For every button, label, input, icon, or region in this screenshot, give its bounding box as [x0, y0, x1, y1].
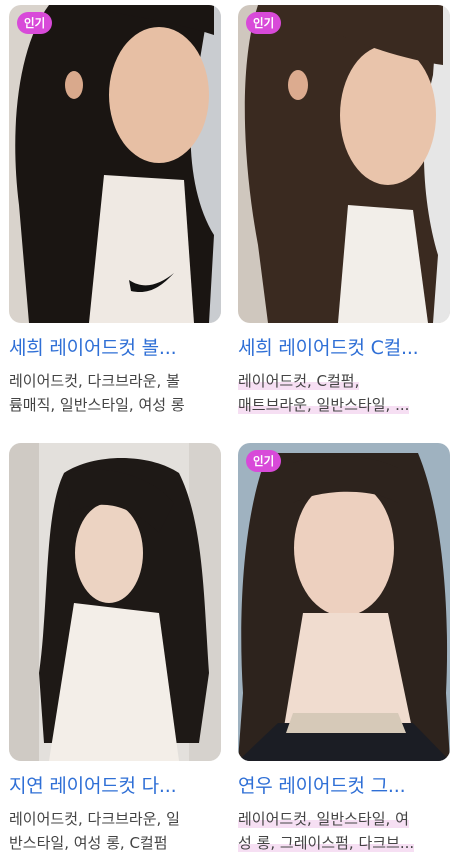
- popular-badge: 인기: [246, 450, 282, 472]
- style-title[interactable]: 세희 레이어드컷 볼...: [9, 335, 221, 361]
- style-photo[interactable]: [9, 443, 221, 761]
- tags-line: 레이어드컷, 일반스타일, 여: [238, 810, 409, 828]
- tags-line: 매트브라운, 일반스타일, ...: [238, 396, 410, 414]
- style-card[interactable]: 지연 레이어드컷 다... 레이어드컷, 다크브라운, 일 반스타일, 여성 롱…: [9, 443, 221, 855]
- popular-badge: 인기: [246, 12, 282, 34]
- hairstyle-grid: 인기 세희 레이어드컷 볼... 레이어드컷, 다크브라운, 볼 륨매직, 일반…: [0, 0, 459, 866]
- style-card[interactable]: 인기 세희 레이어드컷 C컬... 레이어드컷, C컬펌, 매트브라운, 일반스…: [238, 5, 450, 417]
- style-tags: 레이어드컷, 다크브라운, 볼 륨매직, 일반스타일, 여성 롱: [9, 369, 221, 417]
- style-photo[interactable]: 인기: [238, 5, 450, 323]
- popular-badge: 인기: [17, 12, 53, 34]
- style-title[interactable]: 연우 레이어드컷 그...: [238, 773, 450, 799]
- tags-line: 레이어드컷, C컬펌,: [238, 372, 360, 390]
- tags-line: 레이어드컷, 다크브라운, 일: [9, 810, 180, 828]
- style-title[interactable]: 세희 레이어드컷 C컬...: [238, 335, 450, 361]
- tags-line: 반스타일, 여성 롱, C컬펌: [9, 834, 168, 852]
- tags-line: 륨매직, 일반스타일, 여성 롱: [9, 396, 185, 414]
- style-photo[interactable]: 인기: [238, 443, 450, 761]
- tags-line: 레이어드컷, 다크브라운, 볼: [9, 372, 180, 390]
- style-tags: 레이어드컷, 다크브라운, 일 반스타일, 여성 롱, C컬펌: [9, 807, 221, 855]
- style-card[interactable]: 인기 연우 레이어드컷 그... 레이어드컷, 일반스타일, 여 성 롱, 그레…: [238, 443, 450, 855]
- style-card[interactable]: 인기 세희 레이어드컷 볼... 레이어드컷, 다크브라운, 볼 륨매직, 일반…: [9, 5, 221, 417]
- style-photo[interactable]: 인기: [9, 5, 221, 323]
- style-title[interactable]: 지연 레이어드컷 다...: [9, 773, 221, 799]
- style-tags: 레이어드컷, C컬펌, 매트브라운, 일반스타일, ...: [238, 369, 450, 417]
- style-tags: 레이어드컷, 일반스타일, 여 성 롱, 그레이스펌, 다크브...: [238, 807, 450, 855]
- tags-line: 성 롱, 그레이스펌, 다크브...: [238, 834, 415, 852]
